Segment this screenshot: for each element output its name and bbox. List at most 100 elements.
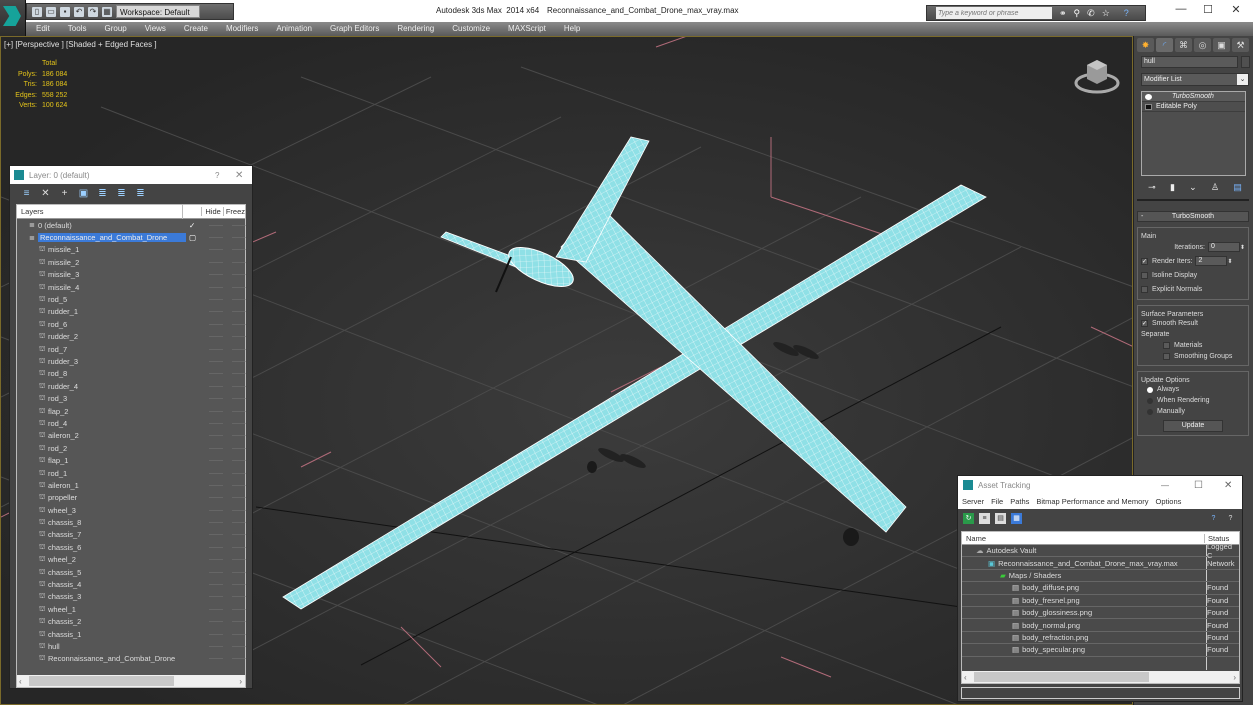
create-tab-icon[interactable]: ✸ — [1137, 38, 1154, 52]
freeze-toggle[interactable]: —— — [232, 593, 246, 600]
hide-all-icon[interactable]: ≣ — [115, 188, 128, 199]
hide-toggle[interactable]: —— — [209, 593, 223, 600]
maximize-button[interactable]: ☐ — [1194, 480, 1203, 491]
object-row[interactable]: ⛫ chassis_2 —— —— — [17, 616, 246, 628]
stack-item-editable-poly[interactable]: Editable Poly — [1142, 102, 1245, 112]
hide-toggle[interactable]: —— — [209, 556, 223, 563]
hide-toggle[interactable]: —— — [209, 321, 223, 328]
freeze-toggle[interactable]: —— — [232, 482, 246, 489]
table-view-icon[interactable]: ▦ — [1011, 512, 1022, 524]
hide-toggle[interactable]: —— — [209, 234, 223, 241]
freeze-toggle[interactable]: —— — [232, 420, 246, 427]
object-row[interactable]: ⛫ chassis_6 —— —— — [17, 541, 246, 553]
new-layer-from-selection-icon[interactable]: ≡ — [20, 188, 33, 199]
menu-group[interactable]: Group — [95, 22, 135, 36]
hide-toggle[interactable]: —— — [209, 618, 223, 625]
minimize-button[interactable]: — — [1171, 3, 1191, 15]
vault-help-icon[interactable]: ? — [1208, 513, 1219, 524]
asset-row[interactable]: ▤ body_glossiness.png Found — [962, 607, 1239, 620]
scroll-thumb[interactable] — [974, 672, 1149, 682]
search-input[interactable] — [936, 7, 1052, 19]
redo-icon[interactable]: ↷ — [88, 6, 98, 17]
current-layer-check-icon[interactable]: ✓ — [189, 221, 195, 230]
freeze-toggle[interactable]: —— — [232, 519, 246, 526]
object-row[interactable]: ⛫ rod_4 —— —— — [17, 417, 246, 429]
hide-toggle[interactable]: —— — [209, 606, 223, 613]
freeze-toggle[interactable]: —— — [232, 581, 246, 588]
explicit-normals-checkbox[interactable] — [1141, 285, 1148, 293]
freeze-toggle[interactable]: —— — [232, 544, 246, 551]
freeze-toggle[interactable]: —— — [232, 358, 246, 365]
close-button[interactable]: ✕ — [1226, 3, 1246, 16]
show-end-result-icon[interactable]: ▮ — [1170, 182, 1175, 193]
freeze-toggle[interactable]: —— — [232, 259, 246, 266]
hide-toggle[interactable]: —— — [209, 457, 223, 464]
open-file-icon[interactable]: ▭ — [46, 6, 56, 17]
freeze-toggle[interactable]: —— — [232, 531, 246, 538]
freeze-toggle[interactable]: —— — [232, 606, 246, 613]
render-iters-checkbox[interactable]: ✓ — [1141, 257, 1148, 265]
freeze-toggle[interactable]: —— — [232, 246, 246, 253]
minimize-button[interactable]: — — [1161, 481, 1169, 490]
update-button[interactable]: Update — [1163, 420, 1223, 432]
render-iters-spinner[interactable]: 2 — [1195, 256, 1228, 266]
menu-create[interactable]: Create — [175, 22, 217, 36]
freeze-toggle[interactable]: —— — [232, 618, 246, 625]
refresh-icon[interactable]: ↻ — [963, 512, 974, 524]
viewport-label[interactable]: [+] [Perspective ] [Shaded + Edged Faces… — [4, 40, 157, 49]
hide-toggle[interactable]: —— — [209, 370, 223, 377]
freeze-toggle[interactable]: —— — [232, 284, 246, 291]
communication-center-icon[interactable]: ✆ — [1087, 8, 1095, 19]
asset-row[interactable]: ▤ body_normal.png Found — [962, 619, 1239, 632]
freeze-toggle[interactable]: —— — [232, 470, 246, 477]
object-row[interactable]: ⛫ chassis_3 —— —— — [17, 591, 246, 603]
iterations-spinner[interactable]: 0 — [1207, 242, 1240, 252]
object-row[interactable]: ⛫ aileron_2 —— —— — [17, 430, 246, 442]
freeze-toggle[interactable]: —— — [232, 346, 246, 353]
freeze-toggle[interactable]: —— — [232, 643, 246, 650]
detail-view-icon[interactable]: ▤ — [995, 512, 1006, 524]
hide-toggle[interactable]: —— — [209, 643, 223, 650]
hide-toggle[interactable]: —— — [209, 581, 223, 588]
horizontal-scrollbar[interactable]: ‹ › — [962, 671, 1239, 683]
hide-toggle[interactable]: —— — [209, 408, 223, 415]
object-row[interactable]: ⛫ rod_7 —— —— — [17, 343, 246, 355]
remove-modifier-icon[interactable]: ♙ — [1211, 182, 1219, 193]
hide-toggle[interactable]: —— — [209, 246, 223, 253]
display-tab-icon[interactable]: ▣ — [1213, 38, 1230, 52]
freeze-toggle[interactable]: —— — [232, 234, 246, 241]
hierarchy-tab-icon[interactable]: ⌘ — [1175, 38, 1192, 52]
object-row[interactable]: ⛫ missile_4 —— —— — [17, 281, 246, 293]
delete-layer-icon[interactable]: ✕ — [39, 188, 52, 199]
hide-toggle[interactable]: —— — [209, 482, 223, 489]
object-row[interactable]: ⛫ wheel_2 —— —— — [17, 554, 246, 566]
freeze-all-icon[interactable]: ≣ — [134, 188, 147, 199]
hide-toggle[interactable]: —— — [209, 358, 223, 365]
object-row[interactable]: ⛫ flap_2 —— —— — [17, 405, 246, 417]
smooth-result-checkbox[interactable]: ✓ — [1141, 320, 1148, 327]
hide-toggle[interactable]: —— — [209, 308, 223, 315]
hide-toggle[interactable]: —— — [209, 222, 223, 229]
close-button[interactable]: ✕ — [235, 170, 243, 181]
freeze-toggle[interactable]: —— — [232, 457, 246, 464]
help-icon[interactable]: ? — [1124, 8, 1129, 18]
menu-help[interactable]: Help — [555, 22, 589, 36]
object-name-field[interactable]: hull — [1141, 56, 1238, 68]
hide-toggle[interactable]: —— — [209, 445, 223, 452]
object-row[interactable]: ⛫ missile_3 —— —— — [17, 269, 246, 281]
hide-toggle[interactable]: —— — [209, 507, 223, 514]
object-row[interactable]: ⛫ rod_1 —— —— — [17, 467, 246, 479]
menu-bitmap-performance[interactable]: Bitmap Performance and Memory — [1036, 497, 1148, 506]
object-row[interactable]: ⛫ rod_3 —— —— — [17, 392, 246, 404]
select-objects-icon[interactable]: ▣ — [77, 188, 90, 199]
hide-toggle[interactable]: —— — [209, 259, 223, 266]
freeze-toggle[interactable]: —— — [232, 321, 246, 328]
menu-maxscript[interactable]: MAXScript — [499, 22, 555, 36]
smoothing-groups-checkbox[interactable] — [1163, 353, 1170, 360]
expand-icon[interactable] — [1145, 103, 1152, 110]
hide-toggle[interactable]: —— — [209, 494, 223, 501]
menu-graph-editors[interactable]: Graph Editors — [321, 22, 388, 36]
menu-customize[interactable]: Customize — [443, 22, 499, 36]
object-row[interactable]: ⛫ missile_2 —— —— — [17, 256, 246, 268]
menu-options[interactable]: Options — [1156, 497, 1182, 506]
